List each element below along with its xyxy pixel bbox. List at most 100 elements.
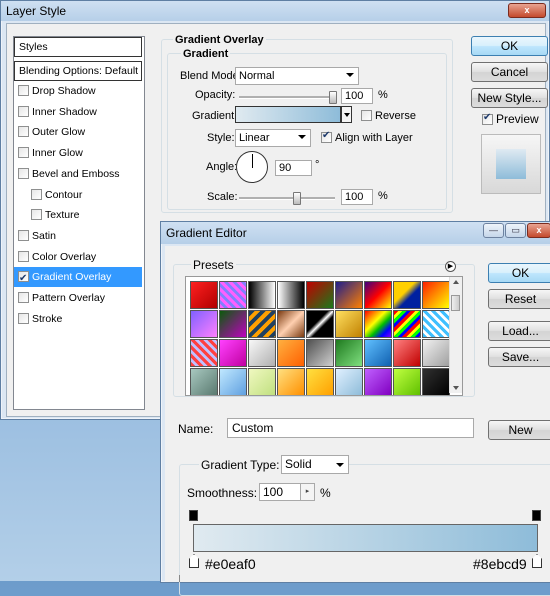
preset-swatch[interactable] bbox=[190, 281, 218, 309]
new-button[interactable]: New bbox=[488, 420, 550, 440]
preset-swatch[interactable] bbox=[335, 368, 363, 395]
preset-swatch[interactable] bbox=[393, 339, 421, 367]
preset-swatch[interactable] bbox=[277, 339, 305, 367]
preset-swatch[interactable] bbox=[219, 339, 247, 367]
styles-item-checkbox[interactable] bbox=[18, 85, 29, 96]
styles-item-bevel-and-emboss[interactable]: Bevel and Emboss bbox=[14, 164, 142, 184]
close-icon[interactable]: x bbox=[527, 223, 550, 238]
opacity-slider-thumb[interactable] bbox=[329, 91, 337, 104]
styles-item-pattern-overlay[interactable]: Pattern Overlay bbox=[14, 288, 142, 308]
preset-swatch[interactable] bbox=[422, 368, 450, 395]
preset-swatch[interactable] bbox=[364, 368, 392, 395]
styles-item-color-overlay[interactable]: Color Overlay bbox=[14, 247, 142, 267]
preset-swatch[interactable] bbox=[306, 310, 334, 338]
preset-swatch[interactable] bbox=[306, 339, 334, 367]
styles-item-checkbox[interactable] bbox=[18, 167, 29, 179]
scroll-thumb[interactable] bbox=[451, 295, 460, 311]
styles-item-drop-shadow[interactable]: Drop Shadow bbox=[14, 81, 142, 101]
styles-item-checkbox[interactable] bbox=[31, 188, 42, 200]
styles-item-contour[interactable]: Contour bbox=[14, 185, 142, 205]
layer-style-titlebar[interactable]: Layer Style bbox=[1, 1, 549, 21]
preset-swatch[interactable] bbox=[248, 310, 276, 338]
preset-swatch[interactable] bbox=[248, 281, 276, 309]
preset-swatch[interactable] bbox=[219, 368, 247, 395]
scale-input[interactable]: 100 bbox=[341, 189, 373, 205]
gradient-ok-button[interactable]: OK bbox=[488, 263, 550, 283]
preset-swatch[interactable] bbox=[335, 310, 363, 338]
gradient-swatch[interactable] bbox=[235, 106, 341, 123]
preset-swatch[interactable] bbox=[248, 368, 276, 395]
preset-swatch[interactable] bbox=[219, 281, 247, 309]
gradient-type-select[interactable]: Solid bbox=[281, 455, 349, 474]
styles-item-checkbox[interactable] bbox=[18, 292, 29, 303]
preset-swatch[interactable] bbox=[277, 281, 305, 309]
styles-item-checkbox[interactable] bbox=[18, 312, 29, 324]
styles-item-stroke[interactable]: Stroke bbox=[14, 309, 142, 329]
preset-swatch[interactable] bbox=[364, 310, 392, 338]
styles-item-outer-glow[interactable]: Outer Glow bbox=[14, 122, 142, 142]
minimize-icon[interactable]: — bbox=[483, 223, 504, 238]
smoothness-input[interactable]: 100 bbox=[259, 483, 301, 501]
styles-header[interactable]: Styles bbox=[14, 37, 142, 57]
preset-swatch[interactable] bbox=[190, 368, 218, 395]
styles-item-checkbox[interactable] bbox=[18, 269, 29, 289]
styles-item-satin[interactable]: Satin bbox=[14, 226, 142, 246]
preset-swatch[interactable] bbox=[422, 281, 450, 309]
name-input[interactable]: Custom bbox=[227, 418, 474, 438]
preset-swatch[interactable] bbox=[277, 368, 305, 395]
styles-item-checkbox[interactable] bbox=[31, 209, 42, 221]
opacity-stop-icon[interactable] bbox=[189, 510, 198, 521]
styles-item-inner-shadow[interactable]: Inner Shadow bbox=[14, 102, 142, 122]
styles-item-checkbox[interactable] bbox=[18, 105, 29, 117]
preset-swatch[interactable] bbox=[335, 339, 363, 367]
reverse-checkbox[interactable] bbox=[361, 110, 372, 121]
blending-options[interactable]: Blending Options: Default bbox=[14, 61, 142, 81]
styles-item-checkbox[interactable] bbox=[18, 229, 29, 241]
scale-slider-track[interactable] bbox=[239, 197, 335, 200]
reset-button[interactable]: Reset bbox=[488, 289, 550, 309]
circle-arrow-icon[interactable]: ▶ bbox=[445, 261, 456, 272]
preset-swatch[interactable] bbox=[306, 281, 334, 309]
layer-style-cancel-button[interactable]: Cancel bbox=[471, 62, 548, 82]
new-style-button[interactable]: New Style... bbox=[471, 88, 548, 108]
opacity-stop-icon[interactable] bbox=[532, 510, 541, 521]
layer-style-ok-button[interactable]: OK bbox=[471, 36, 548, 56]
align-with-layer-checkbox[interactable] bbox=[321, 130, 332, 143]
scale-slider-thumb[interactable] bbox=[293, 192, 301, 205]
angle-input[interactable]: 90 bbox=[275, 160, 312, 176]
smoothness-stepper[interactable]: ▸ bbox=[301, 483, 315, 501]
presets-scrollbar[interactable] bbox=[449, 277, 462, 393]
preset-swatch[interactable] bbox=[422, 310, 450, 338]
preset-swatch[interactable] bbox=[190, 310, 218, 338]
save-button[interactable]: Save... bbox=[488, 347, 550, 367]
blend-mode-select[interactable]: Normal bbox=[235, 67, 359, 85]
preset-swatch[interactable] bbox=[190, 339, 218, 367]
preview-checkbox[interactable] bbox=[482, 112, 493, 125]
opacity-slider-track[interactable] bbox=[239, 96, 335, 99]
preset-swatch[interactable] bbox=[393, 368, 421, 395]
preset-swatch[interactable] bbox=[335, 281, 363, 309]
preset-swatch[interactable] bbox=[277, 310, 305, 338]
styles-item-gradient-overlay[interactable]: Gradient Overlay bbox=[14, 267, 142, 289]
angle-dial[interactable] bbox=[236, 151, 268, 183]
preset-swatch[interactable] bbox=[393, 281, 421, 309]
maximize-icon[interactable]: ▭ bbox=[505, 223, 526, 238]
styles-item-checkbox[interactable] bbox=[18, 250, 29, 262]
styles-item-inner-glow[interactable]: Inner Glow bbox=[14, 143, 142, 163]
gradient-preview-bar[interactable] bbox=[193, 524, 538, 552]
style-select[interactable]: Linear bbox=[235, 129, 311, 147]
scroll-up-icon[interactable] bbox=[453, 280, 459, 284]
gradient-dropdown[interactable] bbox=[341, 106, 352, 123]
preset-swatch[interactable] bbox=[306, 368, 334, 395]
preset-swatch[interactable] bbox=[393, 310, 421, 338]
styles-item-texture[interactable]: Texture bbox=[14, 205, 142, 225]
styles-item-checkbox[interactable] bbox=[18, 147, 29, 159]
preset-swatch[interactable] bbox=[364, 339, 392, 367]
preset-swatch[interactable] bbox=[219, 310, 247, 338]
styles-item-checkbox[interactable] bbox=[18, 126, 29, 138]
load-button[interactable]: Load... bbox=[488, 321, 550, 341]
close-icon[interactable]: x bbox=[508, 3, 546, 18]
preset-swatch[interactable] bbox=[422, 339, 450, 367]
preset-swatch[interactable] bbox=[364, 281, 392, 309]
preset-swatch[interactable] bbox=[248, 339, 276, 367]
